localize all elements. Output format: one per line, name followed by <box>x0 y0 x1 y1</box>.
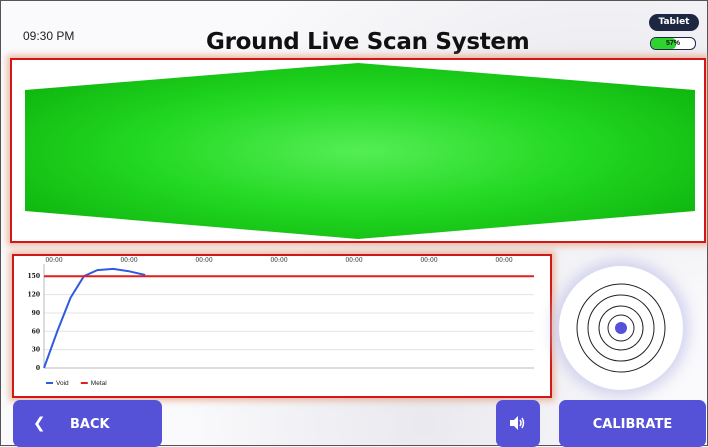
chart-y-tick-label: 30 <box>32 347 40 354</box>
chart-x-tick-label: 00:00 <box>45 257 62 264</box>
scan-visualization-panel <box>10 58 706 243</box>
chart-x-tick-label: 00:00 <box>495 257 512 264</box>
chart-x-tick-label: 00:00 <box>120 257 137 264</box>
back-button-label: BACK <box>70 417 110 432</box>
scan-signal-shape <box>25 63 695 239</box>
back-button[interactable]: ❮ BACK <box>13 400 162 447</box>
chart-x-tick-label: 00:00 <box>420 257 437 264</box>
battery-percent: 57% <box>665 40 680 47</box>
chart-series-void <box>43 267 146 369</box>
chart-y-tick-label: 0 <box>36 365 40 372</box>
chart-legend-label: Metal <box>91 380 107 387</box>
app-frame: 09:30 PM Ground Live Scan System Tablet … <box>0 0 708 447</box>
calibrate-button-label: CALIBRATE <box>592 417 673 432</box>
chart-x-tick-label: 00:00 <box>345 257 362 264</box>
signal-chart: 0 30 60 90 120 150 00:00 00:00 00:00 00:00 00:00 00… <box>27 257 534 387</box>
scan-visualization <box>25 63 695 239</box>
speaker-icon <box>510 416 525 430</box>
clock-time: 09:30 PM <box>23 29 75 43</box>
chart-legend-label: Void <box>56 380 69 387</box>
chart-x-tick-label: 00:00 <box>195 257 212 264</box>
sound-button[interactable] <box>496 400 540 447</box>
calibrate-button[interactable]: CALIBRATE <box>559 400 706 447</box>
chart-y-tick-label: 60 <box>32 328 40 335</box>
chevron-left-icon: ❮ <box>33 414 46 432</box>
chart-x-tick-label: 00:00 <box>270 257 287 264</box>
battery-indicator: 57% <box>650 37 696 50</box>
signal-chart-panel: 0 30 60 90 120 150 00:00 00:00 00:00 00:00 00:00 00… <box>12 254 552 398</box>
device-badge: Tablet <box>649 14 699 31</box>
radar-target <box>559 266 683 390</box>
chart-y-tick-label: 90 <box>32 310 40 317</box>
chart-y-tick-label: 150 <box>27 273 40 280</box>
chart-y-tick-label: 120 <box>27 292 40 299</box>
page-title: Ground Live Scan System <box>206 29 530 55</box>
radar-target-dot <box>615 322 627 334</box>
